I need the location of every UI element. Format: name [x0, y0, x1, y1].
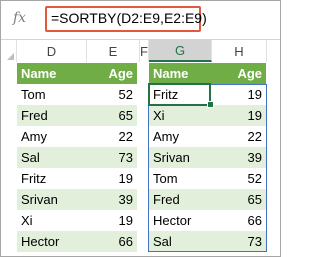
source-cell-name[interactable]: Xi	[17, 210, 87, 231]
source-cell-name[interactable]: Amy	[17, 126, 87, 147]
column-header-h[interactable]: H	[212, 40, 267, 62]
source-cell-name[interactable]: Fred	[17, 105, 87, 126]
source-cell-age[interactable]: 22	[87, 126, 137, 147]
column-header-f[interactable]: F	[140, 40, 149, 62]
select-all-corner[interactable]	[1, 40, 17, 62]
source-cell-age[interactable]: 66	[87, 231, 137, 252]
result-header-name[interactable]: Name	[149, 63, 211, 84]
formula-bar: fx =SORTBY(D2:E9,E2:E9)	[1, 1, 280, 40]
column-header-row: D E F G H	[1, 40, 280, 62]
source-header-age[interactable]: Age	[87, 63, 137, 84]
source-cell-name[interactable]: Srivan	[17, 189, 87, 210]
column-header-d[interactable]: D	[17, 40, 87, 62]
source-cell-name[interactable]: Hector	[17, 231, 87, 252]
source-header-name[interactable]: Name	[17, 63, 87, 84]
formula-text[interactable]: =SORTBY(D2:E9,E2:E9)	[51, 10, 207, 26]
spill-range-border	[148, 84, 267, 252]
source-cell-age[interactable]: 19	[87, 168, 137, 189]
function-icon[interactable]: fx	[13, 10, 26, 26]
source-cell-name[interactable]: Sal	[17, 147, 87, 168]
fill-handle[interactable]	[207, 101, 214, 108]
result-header-age[interactable]: Age	[211, 63, 266, 84]
source-cell-age[interactable]: 65	[87, 105, 137, 126]
select-all-triangle-icon	[7, 53, 14, 60]
active-cell-selection[interactable]	[148, 83, 211, 106]
source-cell-age[interactable]: 39	[87, 189, 137, 210]
source-cell-age[interactable]: 73	[87, 147, 137, 168]
formula-input-box[interactable]: =SORTBY(D2:E9,E2:E9)	[45, 6, 207, 32]
column-header-g[interactable]: G	[149, 40, 212, 62]
column-header-e[interactable]: E	[87, 40, 140, 62]
spreadsheet-window: fx =SORTBY(D2:E9,E2:E9) D E F G H Name Ag…	[0, 0, 281, 257]
source-cell-name[interactable]: Fritz	[17, 168, 87, 189]
source-cell-age[interactable]: 19	[87, 210, 137, 231]
source-cell-name[interactable]: Tom	[17, 84, 87, 105]
source-cell-age[interactable]: 52	[87, 84, 137, 105]
